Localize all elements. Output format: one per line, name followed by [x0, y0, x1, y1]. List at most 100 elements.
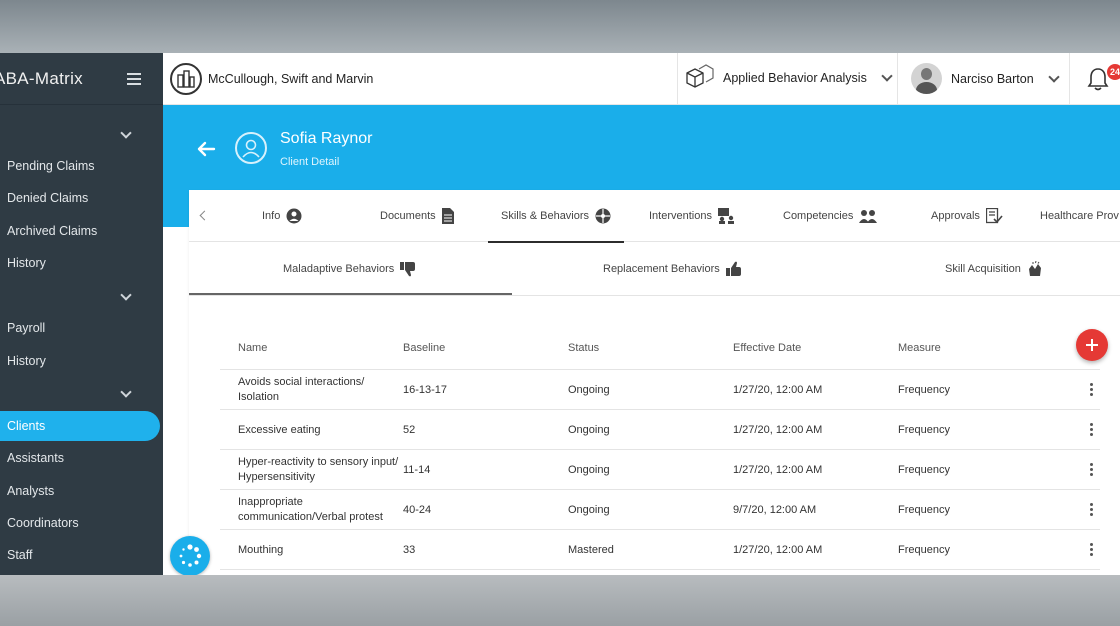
sidebar-item-staff[interactable]: Staff [0, 540, 160, 570]
behavior-measure: Frequency [898, 543, 950, 556]
tab-info[interactable]: Info [262, 190, 302, 242]
add-behavior-button[interactable] [1076, 329, 1108, 361]
practice-name: Applied Behavior Analysis [723, 71, 867, 85]
sidebar-item-payroll-history[interactable]: History [0, 346, 160, 376]
sidebar-item-coordinators[interactable]: Coordinators [0, 508, 160, 538]
tab-skills-behaviors[interactable]: Skills & Behaviors [487, 190, 625, 243]
behavior-date: 1/27/20, 12:00 AM [733, 463, 823, 476]
active-subtab-indicator [189, 293, 512, 295]
clap-icon [1027, 261, 1043, 277]
tab-label: Healthcare Prov [1040, 210, 1119, 222]
behavior-date: 9/7/20, 12:00 AM [733, 503, 817, 516]
top-bar: McCullough, Swift and Marvin Applied Beh… [163, 53, 1120, 105]
behavior-measure: Frequency [898, 383, 950, 396]
chevron-down-icon [1048, 70, 1060, 83]
building-icon [170, 63, 202, 95]
chevron-down-icon[interactable] [120, 289, 132, 301]
sidebar-item-archived-claims[interactable]: Archived Claims [0, 216, 160, 246]
sidebar-item-analysts[interactable]: Analysts [0, 476, 160, 506]
users-icon [859, 209, 878, 223]
subtab-bar: Maladaptive Behaviors Replacement Behavi… [189, 242, 1120, 296]
tab-documents[interactable]: Documents [380, 190, 454, 242]
practice-selector[interactable]: Applied Behavior Analysis [683, 63, 893, 93]
behavior-status: Mastered [568, 543, 614, 556]
bell-icon[interactable] [1087, 67, 1109, 91]
back-arrow-icon[interactable] [196, 141, 216, 157]
subtab-label: Maladaptive Behaviors [283, 263, 395, 275]
sidebar-item-pending-claims[interactable]: Pending Claims [0, 151, 160, 181]
subtab-label: Replacement Behaviors [603, 263, 720, 275]
divider [897, 53, 898, 105]
tab-label: Competencies [783, 210, 854, 222]
sidebar-item-denied-claims[interactable]: Denied Claims [0, 183, 160, 213]
user-menu[interactable]: Narciso Barton [911, 63, 1060, 94]
client-name: Sofia Raynor [280, 130, 373, 147]
more-options-icon[interactable] [1090, 383, 1093, 397]
behavior-baseline: 11-14 [403, 463, 431, 476]
sidebar-item-claims-history[interactable]: History [0, 248, 160, 278]
subtab-maladaptive-behaviors[interactable]: Maladaptive Behaviors [283, 242, 416, 296]
backdrop-bottom [0, 575, 1120, 626]
subtab-label: Skill Acquisition [945, 263, 1021, 275]
document-icon [441, 208, 454, 224]
tab-interventions[interactable]: Interventions [649, 190, 736, 242]
table-row[interactable]: Excessive eating 52 Ongoing 1/27/20, 12:… [220, 410, 1100, 450]
more-options-icon[interactable] [1090, 423, 1093, 437]
column-baseline[interactable]: Baseline [403, 342, 445, 354]
divider [1069, 53, 1070, 105]
behavior-name: Excessive eating [238, 423, 321, 436]
table-row[interactable]: Avoids social interactions/ Isolation 16… [220, 370, 1100, 410]
behavior-measure: Frequency [898, 463, 950, 476]
tab-label: Info [262, 210, 281, 222]
sidebar-item-clients[interactable]: Clients [0, 411, 160, 441]
more-options-icon[interactable] [1090, 503, 1093, 517]
behavior-name: Avoids social interactions/ Isolation [238, 376, 365, 403]
subtab-skill-acquisition[interactable]: Skill Acquisition [945, 242, 1043, 296]
table-row[interactable]: Hyper-reactivity to sensory input/ Hyper… [220, 450, 1100, 490]
sidebar-item-assistants[interactable]: Assistants [0, 443, 160, 473]
tab-label: Documents [380, 210, 436, 222]
tab-label: Skills & Behaviors [501, 210, 590, 222]
column-name[interactable]: Name [238, 342, 267, 354]
behavior-baseline: 33 [403, 543, 416, 556]
app-frame: ABA-Matrix Pending Claims Denied Claims … [0, 53, 1120, 575]
content-gutter [163, 227, 189, 575]
user-circle-icon [286, 208, 302, 224]
chevron-down-icon[interactable] [120, 386, 132, 398]
behavior-date: 1/27/20, 12:00 AM [733, 423, 823, 436]
chevron-left-icon[interactable] [199, 210, 210, 221]
behavior-name: Inappropriate communication/Verbal prote… [238, 496, 383, 523]
tab-label: Interventions [649, 210, 712, 222]
backdrop-top [0, 0, 1120, 53]
table-row[interactable]: Inappropriate communication/Verbal prote… [220, 490, 1100, 530]
user-circle-icon [235, 132, 267, 164]
brand-name: ABA-Matrix [0, 68, 83, 88]
user-name: Narciso Barton [951, 71, 1034, 86]
avatar [911, 63, 942, 94]
more-options-icon[interactable] [1090, 543, 1093, 557]
sidebar-item-payroll[interactable]: Payroll [0, 313, 160, 343]
tab-bar: Info Documents Skills & Behaviors Interv… [189, 190, 1120, 243]
table-row[interactable]: Mouthing 33 Mastered 1/27/20, 12:00 AM F… [220, 530, 1100, 570]
menu-icon[interactable] [127, 73, 141, 85]
client-detail-card: Info Documents Skills & Behaviors Interv… [189, 190, 1120, 575]
column-effective-date[interactable]: Effective Date [733, 342, 801, 354]
column-measure[interactable]: Measure [898, 342, 941, 354]
behavior-measure: Frequency [898, 423, 950, 436]
plus-icon [1086, 339, 1098, 351]
tab-competencies[interactable]: Competencies [783, 190, 878, 242]
column-status[interactable]: Status [568, 342, 599, 354]
organization-name: McCullough, Swift and Marvin [208, 72, 374, 86]
chevron-down-icon[interactable] [120, 127, 132, 139]
sidebar-header: ABA-Matrix [0, 53, 163, 105]
organization[interactable]: McCullough, Swift and Marvin [170, 63, 373, 95]
tab-healthcare-providers[interactable]: Healthcare Prov [1040, 190, 1119, 242]
more-options-icon[interactable] [1090, 463, 1093, 477]
notification-badge: 24 [1107, 64, 1120, 80]
subtab-replacement-behaviors[interactable]: Replacement Behaviors [603, 242, 742, 296]
behavior-status: Ongoing [568, 423, 610, 436]
tab-approvals[interactable]: Approvals [931, 190, 1003, 242]
thumbs-up-icon [725, 261, 742, 277]
sidebar: ABA-Matrix Pending Claims Denied Claims … [0, 53, 163, 575]
thumbs-down-icon [400, 261, 416, 277]
